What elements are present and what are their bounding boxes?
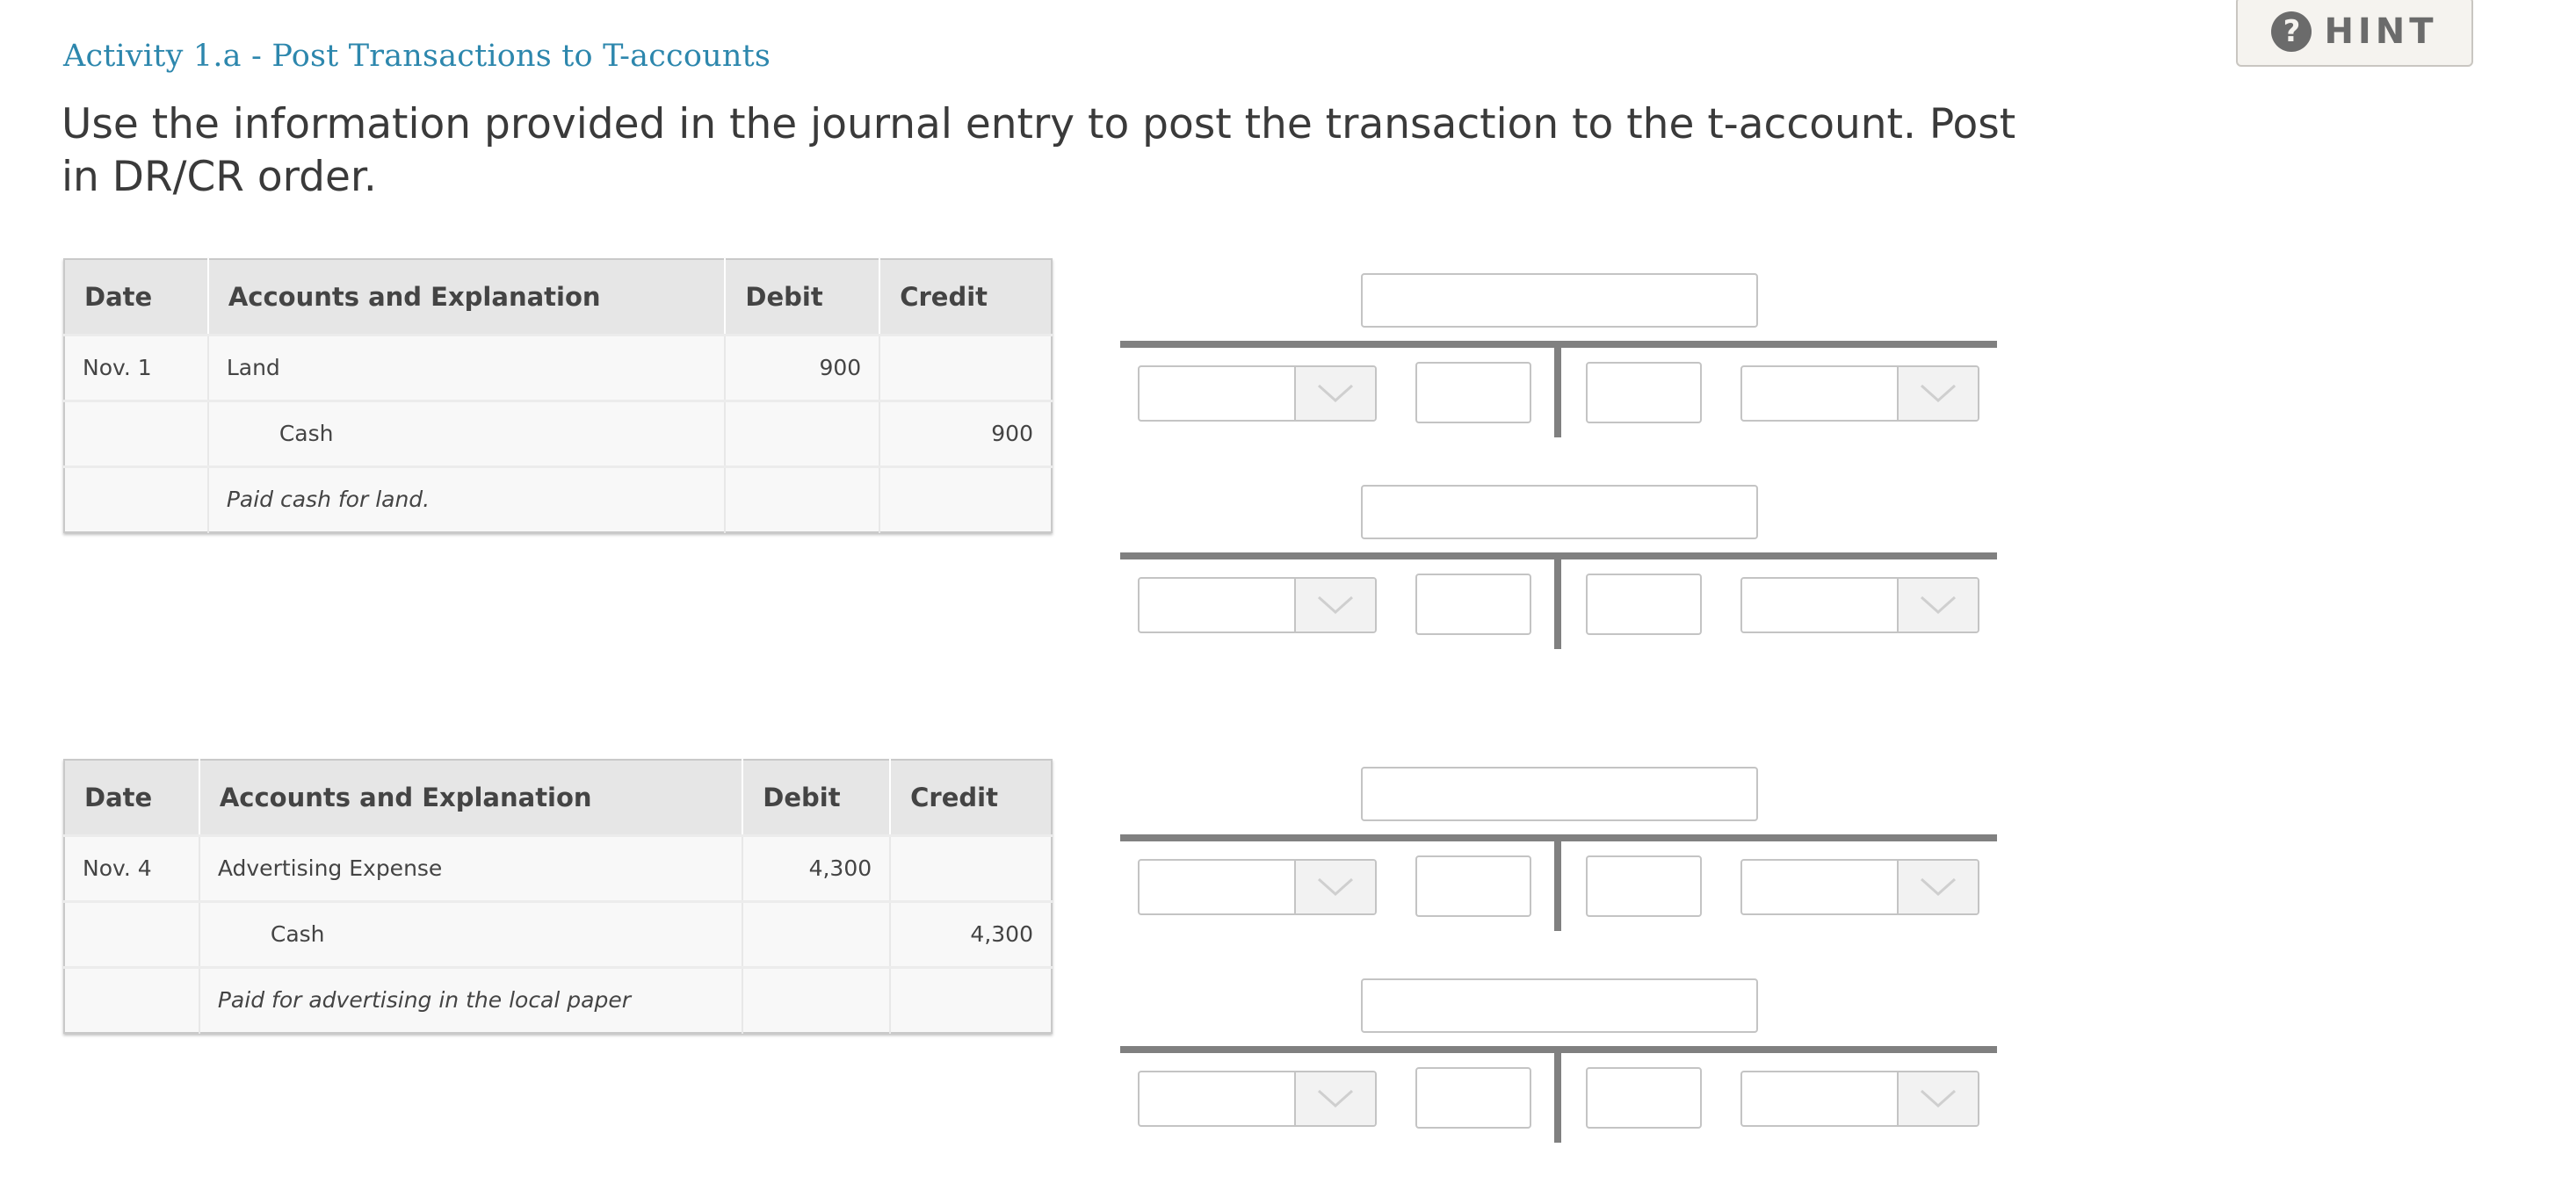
debit-date-dropdown[interactable] bbox=[1138, 365, 1377, 422]
column-header-debit: Debit bbox=[725, 259, 881, 335]
cell-debit: 4,300 bbox=[742, 834, 892, 901]
credit-date-dropdown[interactable] bbox=[1740, 577, 1979, 633]
hint-label: HINT bbox=[2324, 11, 2438, 52]
t-account-name-input[interactable] bbox=[1361, 485, 1758, 539]
dropdown-value bbox=[1140, 1072, 1294, 1125]
cell-debit bbox=[725, 399, 881, 466]
chevron-down-icon[interactable] bbox=[1294, 367, 1375, 420]
column-header-date: Date bbox=[64, 760, 200, 835]
chevron-down-icon[interactable] bbox=[1294, 861, 1375, 913]
cell-date bbox=[64, 899, 200, 967]
cell-account: Cash bbox=[207, 399, 727, 466]
credit-amount-input[interactable] bbox=[1586, 574, 1702, 635]
cell-debit bbox=[742, 965, 892, 1033]
table-row: Paid cash for land. bbox=[64, 465, 1052, 532]
cell-credit bbox=[890, 965, 1052, 1033]
table-header-row: Date Accounts and Explanation Debit Cred… bbox=[64, 760, 1052, 835]
debit-amount-input[interactable] bbox=[1415, 362, 1531, 423]
cell-date: Nov. 4 bbox=[64, 834, 200, 901]
table-row: Cash 900 bbox=[64, 399, 1052, 466]
debit-date-dropdown[interactable] bbox=[1138, 1071, 1377, 1127]
cell-credit bbox=[879, 333, 1052, 401]
debit-date-dropdown[interactable] bbox=[1138, 577, 1377, 633]
credit-date-dropdown[interactable] bbox=[1740, 859, 1979, 915]
dropdown-value bbox=[1742, 861, 1897, 913]
cell-date bbox=[64, 465, 209, 532]
cell-debit bbox=[742, 899, 892, 967]
table-header-row: Date Accounts and Explanation Debit Cred… bbox=[64, 259, 1052, 335]
cell-debit: 900 bbox=[725, 333, 881, 401]
t-account-vertical-bar bbox=[1554, 552, 1561, 649]
dropdown-value bbox=[1742, 579, 1897, 631]
t-account-vertical-bar bbox=[1554, 341, 1561, 437]
credit-date-dropdown[interactable] bbox=[1740, 1071, 1979, 1127]
dropdown-value bbox=[1140, 861, 1294, 913]
dropdown-value bbox=[1140, 367, 1294, 420]
debit-amount-input[interactable] bbox=[1415, 574, 1531, 635]
dropdown-value bbox=[1742, 1072, 1897, 1125]
t-account bbox=[1120, 978, 1997, 1180]
cell-credit bbox=[890, 834, 1052, 901]
credit-date-dropdown[interactable] bbox=[1740, 365, 1979, 422]
t-account-name-input[interactable] bbox=[1361, 767, 1758, 821]
journal-entry-table: Date Accounts and Explanation Debit Cred… bbox=[63, 759, 1053, 1034]
cell-credit bbox=[879, 465, 1052, 532]
t-account bbox=[1120, 767, 1997, 969]
cell-account: Advertising Expense bbox=[199, 834, 744, 901]
column-header-date: Date bbox=[64, 259, 209, 335]
debit-amount-input[interactable] bbox=[1415, 855, 1531, 917]
chevron-down-icon[interactable] bbox=[1897, 1072, 1978, 1125]
cell-date: Nov. 1 bbox=[64, 333, 209, 401]
cell-account: Cash bbox=[199, 899, 744, 967]
debit-amount-input[interactable] bbox=[1415, 1067, 1531, 1129]
t-account bbox=[1120, 273, 1997, 475]
t-account-vertical-bar bbox=[1554, 1046, 1561, 1143]
activity-title: Activity 1.a - Post Transactions to T-ac… bbox=[63, 39, 771, 74]
chevron-down-icon[interactable] bbox=[1897, 367, 1978, 420]
table-row: Nov. 1 Land 900 bbox=[64, 333, 1052, 401]
cell-date bbox=[64, 965, 200, 1033]
column-header-credit: Credit bbox=[879, 259, 1052, 335]
journal-entry-table: Date Accounts and Explanation Debit Cred… bbox=[63, 258, 1053, 533]
cell-credit: 4,300 bbox=[890, 899, 1052, 967]
cell-explanation: Paid for advertising in the local paper bbox=[199, 965, 744, 1033]
credit-amount-input[interactable] bbox=[1586, 362, 1702, 423]
credit-amount-input[interactable] bbox=[1586, 855, 1702, 917]
column-header-accounts: Accounts and Explanation bbox=[207, 259, 727, 335]
table-row: Nov. 4 Advertising Expense 4,300 bbox=[64, 834, 1052, 901]
t-account-name-input[interactable] bbox=[1361, 273, 1758, 328]
instructions-text: Use the information provided in the jour… bbox=[62, 100, 2016, 201]
chevron-down-icon[interactable] bbox=[1897, 579, 1978, 631]
question-circle-icon: ? bbox=[2271, 11, 2312, 52]
cell-date bbox=[64, 399, 209, 466]
debit-date-dropdown[interactable] bbox=[1138, 859, 1377, 915]
cell-account: Land bbox=[207, 333, 727, 401]
table-row: Paid for advertising in the local paper bbox=[64, 965, 1052, 1033]
column-header-accounts: Accounts and Explanation bbox=[199, 760, 744, 835]
dropdown-value bbox=[1742, 367, 1897, 420]
cell-debit bbox=[725, 465, 881, 532]
chevron-down-icon[interactable] bbox=[1294, 579, 1375, 631]
column-header-credit: Credit bbox=[890, 760, 1052, 835]
dropdown-value bbox=[1140, 579, 1294, 631]
credit-amount-input[interactable] bbox=[1586, 1067, 1702, 1129]
t-account-vertical-bar bbox=[1554, 834, 1561, 931]
cell-credit: 900 bbox=[879, 399, 1052, 466]
chevron-down-icon[interactable] bbox=[1294, 1072, 1375, 1125]
t-account-name-input[interactable] bbox=[1361, 978, 1758, 1033]
column-header-debit: Debit bbox=[742, 760, 892, 835]
table-row: Cash 4,300 bbox=[64, 899, 1052, 967]
chevron-down-icon[interactable] bbox=[1897, 861, 1978, 913]
t-account bbox=[1120, 485, 1997, 687]
cell-explanation: Paid cash for land. bbox=[207, 465, 727, 532]
hint-button[interactable]: ? HINT bbox=[2236, 0, 2473, 67]
